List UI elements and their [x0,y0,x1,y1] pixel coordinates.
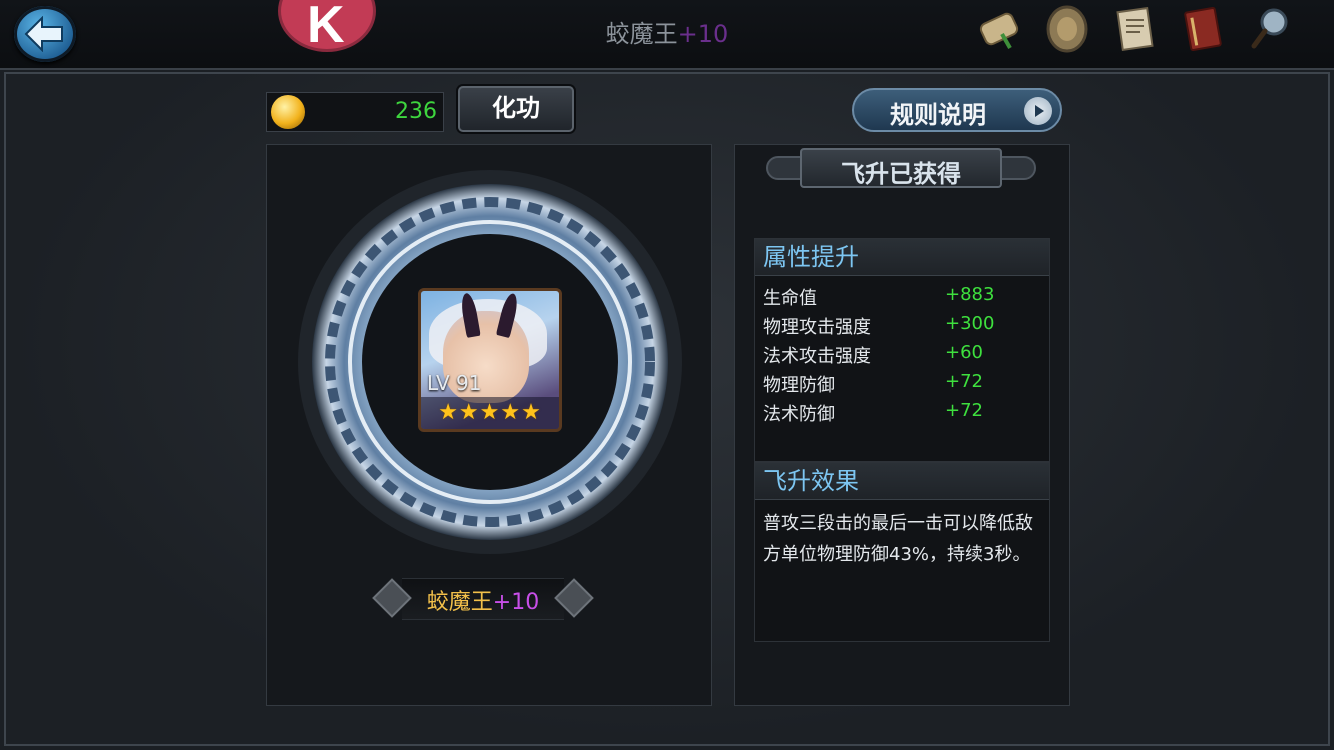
attribute-row: 法术攻击强度 +60 [755,342,1049,371]
attribute-header: 属性提升 [755,239,1049,276]
scroll-icon[interactable] [976,4,1022,54]
currency-value: 236 [395,99,437,124]
attribute-name: 法术攻击强度 [763,346,871,367]
play-arrow-icon [1024,97,1052,125]
rules-button-label: 规则说明 [890,101,986,129]
hero-name-plate: 蛟魔王+10 [372,578,594,620]
status-banner: 飞升已获得 [766,146,1036,192]
book-icon[interactable] [1180,4,1226,54]
top-icon-bar [976,4,1294,60]
hero-plus: +10 [492,590,540,615]
attribute-row: 法术防御 +72 [755,400,1049,429]
attribute-section: 属性提升 生命值 +883 物理攻击强度 +300 法术攻击强度 +60 物理防… [754,238,1050,462]
attribute-value: +72 [945,371,983,392]
shield-emblem-icon[interactable] [1044,4,1090,54]
status-text: 飞升已获得 [841,160,961,188]
attribute-value: +60 [945,342,983,363]
attribute-value: +300 [945,313,995,334]
document-icon[interactable] [1112,4,1158,54]
gold-coin-icon [271,95,305,129]
attribute-name: 物理攻击强度 [763,317,871,338]
rules-button[interactable]: 规则说明 [852,88,1062,132]
attribute-name: 法术防御 [763,404,835,425]
hero-level: LV 91 [427,371,482,395]
magnifier-icon[interactable] [1248,4,1294,54]
huagong-button[interactable]: 化功 [458,86,574,132]
hero-name: 蛟魔王+10 [372,584,594,616]
attribute-row: 物理攻击强度 +300 [755,313,1049,342]
attribute-value: +883 [945,284,995,305]
effect-section: 飞升效果 普攻三段击的最后一击可以降低敌方单位物理防御43%，持续3秒。 [754,462,1050,642]
attribute-value: +72 [945,400,983,421]
hero-portrait[interactable]: LV 91 ★★★★★ [418,288,562,432]
attribute-row: 物理防御 +72 [755,371,1049,400]
attribute-name: 生命值 [763,288,817,309]
top-bar: K 蛟魔王+10 [0,0,1334,70]
attribute-row: 生命值 +883 [755,284,1049,313]
effect-description: 普攻三段击的最后一击可以降低敌方单位物理防御43%，持续3秒。 [763,513,1033,565]
currency-box: 236 [266,92,444,132]
title-level: +10 [677,20,729,48]
attribute-list: 生命值 +883 物理攻击强度 +300 法术攻击强度 +60 物理防御 +72… [755,276,1049,429]
hero-stars: ★★★★★ [421,397,559,429]
attribute-name: 物理防御 [763,375,835,396]
title-name: 蛟魔王 [605,20,678,48]
hero-name-text: 蛟魔王 [426,590,493,615]
effect-header: 飞升效果 [755,463,1049,500]
